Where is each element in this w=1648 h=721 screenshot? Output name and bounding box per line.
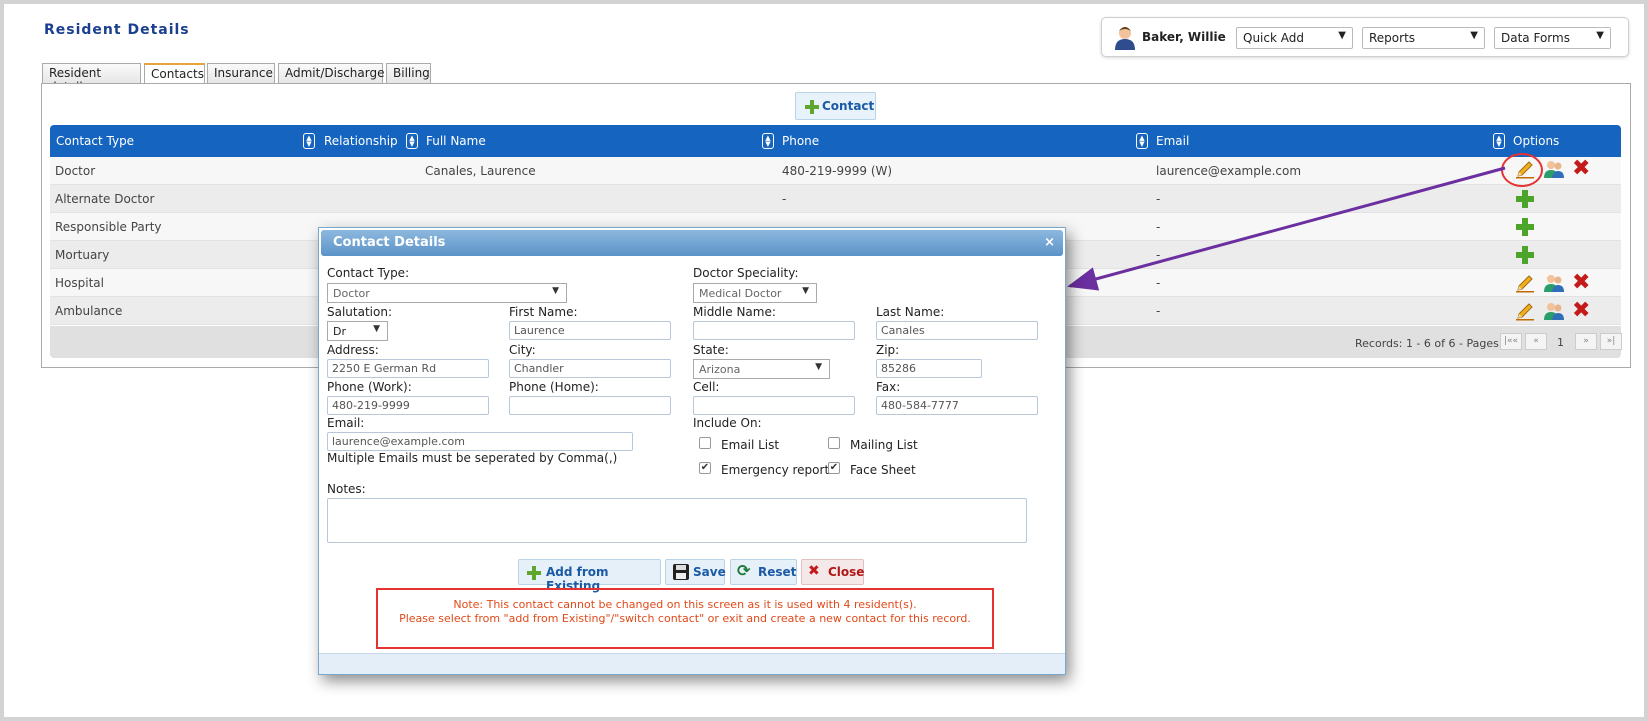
zip-label: Zip: (876, 343, 900, 357)
include-on-label: Include On: (693, 416, 762, 430)
reset-label: Reset (758, 565, 797, 579)
floppy-disk-icon (673, 564, 689, 583)
email-hint: Multiple Emails must be seperated by Com… (327, 451, 618, 465)
salutation-select[interactable]: Dr ▼ (327, 321, 388, 341)
plus-icon (527, 566, 541, 580)
notes-label: Notes: (327, 482, 366, 496)
chevron-down-icon: ▼ (815, 362, 822, 372)
address-field[interactable]: 2250 E German Rd (327, 359, 489, 378)
warning-note-line2: Please select from "add from Existing"/"… (399, 612, 971, 625)
state-value: Arizona (699, 363, 741, 376)
email-field[interactable]: laurence@example.com (327, 432, 633, 451)
warning-note-line1: Note: This contact cannot be changed on … (453, 598, 917, 611)
cell-field[interactable] (693, 396, 855, 415)
mailing-list-checkbox[interactable] (828, 437, 840, 449)
middle-name-label: Middle Name: (693, 305, 776, 319)
add-from-existing-button[interactable]: Add from Existing (518, 559, 661, 593)
state-select[interactable]: Arizona ▼ (693, 359, 830, 379)
contact-details-dialog: Contact Details × Contact Type: Doctor ▼ … (318, 227, 1066, 675)
close-icon[interactable]: × (1044, 235, 1055, 250)
middle-name-field[interactable] (693, 321, 855, 340)
doctor-speciality-value: Medical Doctor (699, 287, 782, 300)
contact-type-select[interactable]: Doctor ▼ (327, 283, 567, 303)
notes-textarea[interactable] (327, 498, 1027, 543)
email-label: Email: (327, 416, 365, 430)
phone-home-field[interactable] (509, 396, 671, 415)
mailing-list-label: Mailing List (850, 438, 918, 452)
city-field[interactable]: Chandler (509, 359, 671, 378)
dialog-title-bar: Contact Details × (321, 230, 1063, 256)
salutation-value: Dr (333, 325, 346, 338)
fax-label: Fax: (876, 380, 901, 394)
refresh-icon: ⟳ (737, 561, 751, 580)
dialog-title: Contact Details (333, 235, 446, 250)
face-sheet-checkbox[interactable]: ✔ (828, 462, 840, 474)
salutation-label: Salutation: (327, 305, 392, 319)
reset-button[interactable]: ⟳ Reset (730, 559, 797, 585)
last-name-field[interactable]: Canales (876, 321, 1038, 340)
doctor-speciality-label: Doctor Speciality: (693, 266, 799, 280)
fax-field[interactable]: 480-584-7777 (876, 396, 1038, 415)
first-name-label: First Name: (509, 305, 578, 319)
doctor-speciality-select[interactable]: Medical Doctor ▼ (693, 283, 817, 303)
address-label: Address: (327, 343, 379, 357)
contact-type-label: Contact Type: (327, 266, 410, 280)
emergency-report-checkbox[interactable]: ✔ (699, 462, 711, 474)
last-name-label: Last Name: (876, 305, 945, 319)
close-x-icon: ✖ (808, 563, 820, 579)
phone-work-label: Phone (Work): (327, 380, 412, 394)
face-sheet-label: Face Sheet (850, 463, 916, 477)
email-list-label: Email List (721, 438, 780, 452)
zip-field[interactable]: 85286 (876, 359, 982, 378)
contact-type-value: Doctor (333, 287, 370, 300)
save-label: Save (693, 565, 726, 579)
save-button[interactable]: Save (665, 559, 726, 585)
warning-note: Note: This contact cannot be changed on … (376, 588, 994, 649)
email-list-checkbox[interactable] (699, 437, 711, 449)
chevron-down-icon: ▼ (802, 286, 809, 296)
first-name-field[interactable]: Laurence (509, 321, 671, 340)
chevron-down-icon: ▼ (552, 286, 559, 296)
city-label: City: (509, 343, 536, 357)
close-label: Close (828, 565, 865, 579)
dialog-footer (319, 653, 1065, 674)
emergency-report-label: Emergency report (721, 463, 830, 477)
close-button[interactable]: ✖ Close (801, 559, 864, 585)
phone-home-label: Phone (Home): (509, 380, 599, 394)
state-label: State: (693, 343, 729, 357)
chevron-down-icon: ▼ (373, 324, 380, 334)
phone-work-field[interactable]: 480-219-9999 (327, 396, 489, 415)
cell-label: Cell: (693, 380, 720, 394)
